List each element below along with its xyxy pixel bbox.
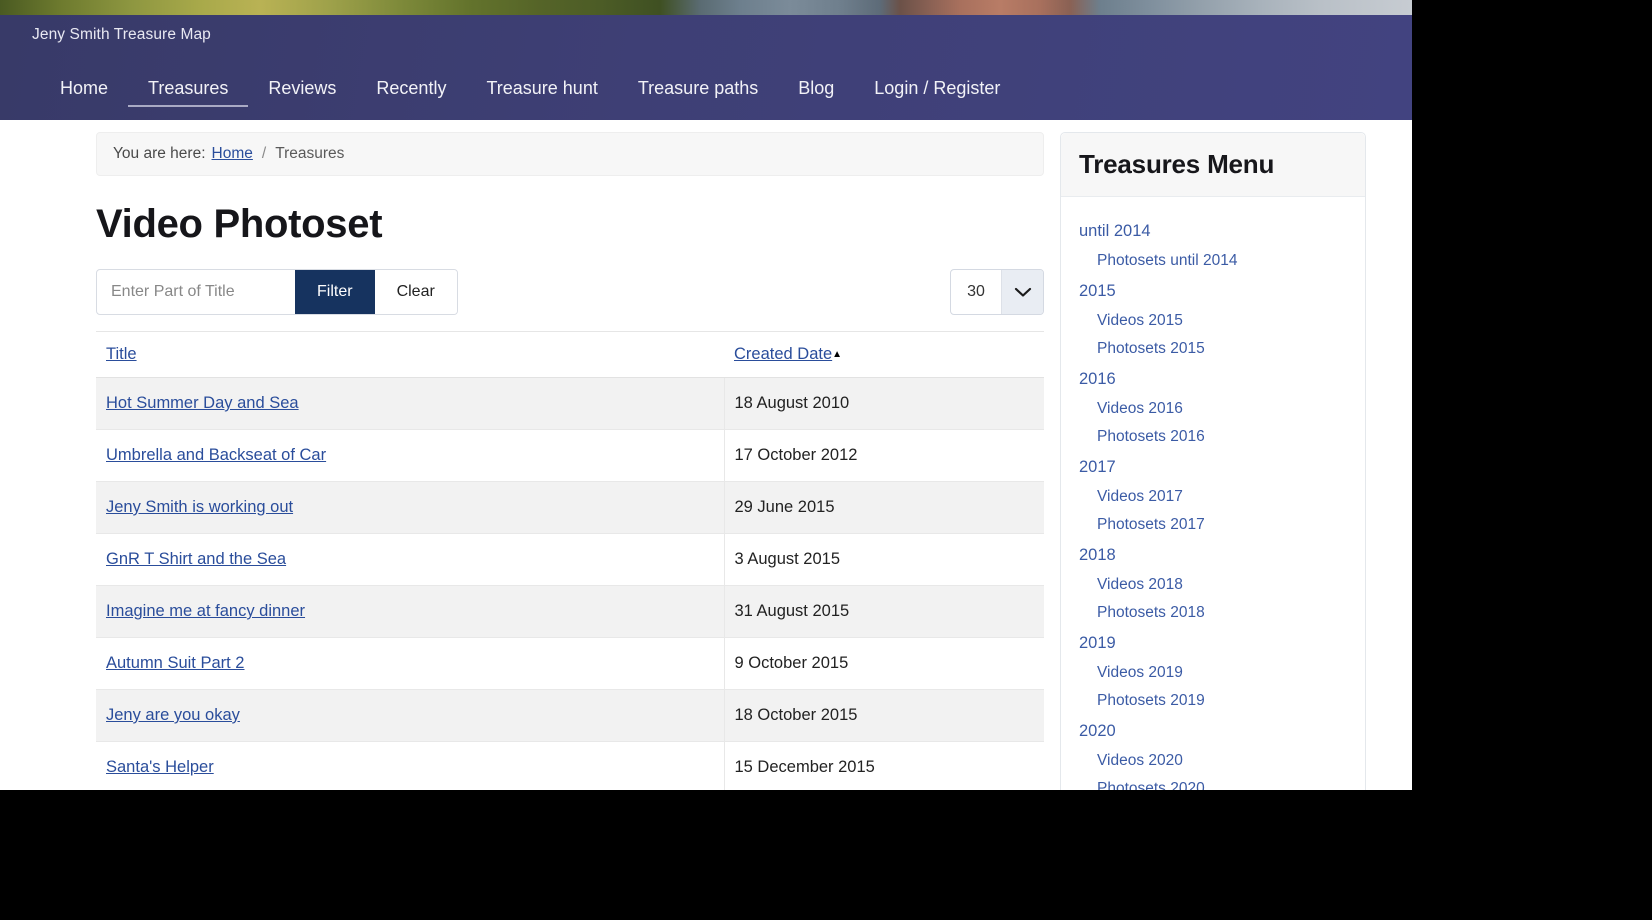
filter-group: Filter Clear	[96, 269, 458, 315]
page-title: Video Photoset	[96, 202, 383, 246]
table-row: Jeny are you okay 18 October 2015	[96, 689, 1044, 742]
cell-title: Hot Summer Day and Sea	[96, 377, 725, 430]
cell-created-date: 15 December 2015	[724, 741, 1044, 790]
sidebar-menu-list: until 2014 Photosets until 2014 2015 Vid…	[1061, 197, 1365, 790]
site-navbar: Jeny Smith Treasure Map Home Treasures R…	[0, 15, 1412, 120]
clear-button[interactable]: Clear	[374, 270, 457, 314]
sidebar-item-videos-2016[interactable]: Videos 2016	[1079, 395, 1347, 423]
cell-title: Umbrella and Backseat of Car	[96, 429, 725, 482]
nav-item-reviews[interactable]: Reviews	[248, 70, 356, 107]
photoset-link[interactable]: GnR T Shirt and the Sea	[106, 550, 286, 568]
sidebar-item-videos-2020[interactable]: Videos 2020	[1079, 747, 1347, 775]
cell-created-date: 17 October 2012	[724, 429, 1044, 482]
filter-button[interactable]: Filter	[295, 270, 375, 314]
nav-item-blog[interactable]: Blog	[778, 70, 854, 107]
table-row: GnR T Shirt and the Sea 3 August 2015	[96, 533, 1044, 586]
sort-link-created-date[interactable]: Created Date	[734, 345, 832, 363]
table-body: Hot Summer Day and Sea 18 August 2010 Um…	[96, 377, 1044, 790]
breadcrumb-current: Treasures	[275, 145, 345, 162]
photoset-link[interactable]: Imagine me at fancy dinner	[106, 602, 305, 620]
photoset-link[interactable]: Santa's Helper	[106, 758, 214, 776]
nav-item-login-register[interactable]: Login / Register	[854, 70, 1020, 107]
sidebar-item-2015[interactable]: 2015	[1079, 275, 1347, 307]
browser-viewport: Jeny Smith Treasure Map Home Treasures R…	[0, 0, 1412, 790]
cell-created-date: 31 August 2015	[724, 585, 1044, 638]
cell-created-date: 18 August 2010	[724, 377, 1044, 430]
primary-navigation: Home Treasures Reviews Recently Treasure…	[40, 70, 1020, 107]
sidebar-item-photosets-2017[interactable]: Photosets 2017	[1079, 511, 1347, 539]
nav-item-home[interactable]: Home	[40, 70, 128, 107]
main-column: You are here: Home / Treasures Video Pho…	[96, 132, 1044, 790]
sidebar-item-photosets-2019[interactable]: Photosets 2019	[1079, 687, 1347, 715]
sidebar-item-2018[interactable]: 2018	[1079, 539, 1347, 571]
cell-title: GnR T Shirt and the Sea	[96, 533, 725, 586]
sidebar-item-videos-2018[interactable]: Videos 2018	[1079, 571, 1347, 599]
sidebar-item-photosets-until-2014[interactable]: Photosets until 2014	[1079, 247, 1347, 275]
cell-title: Jeny Smith is working out	[96, 481, 725, 534]
photoset-link[interactable]: Umbrella and Backseat of Car	[106, 446, 326, 464]
sidebar-item-photosets-2016[interactable]: Photosets 2016	[1079, 423, 1347, 451]
sidebar-item-2020[interactable]: 2020	[1079, 715, 1347, 747]
results-per-page-select[interactable]: 30	[950, 269, 1044, 315]
cell-title: Jeny are you okay	[96, 689, 725, 742]
table-row: Umbrella and Backseat of Car 17 October …	[96, 429, 1044, 482]
sidebar-item-videos-2017[interactable]: Videos 2017	[1079, 483, 1347, 511]
table-row: Autumn Suit Part 2 9 October 2015	[96, 637, 1044, 690]
cell-created-date: 18 October 2015	[724, 689, 1044, 742]
cell-created-date: 3 August 2015	[724, 533, 1044, 586]
column-header-created-date: Created Date▲	[724, 331, 1044, 378]
sidebar-item-photosets-2018[interactable]: Photosets 2018	[1079, 599, 1347, 627]
breadcrumb-separator: /	[261, 145, 267, 162]
breadcrumb: You are here: Home / Treasures	[96, 132, 1044, 176]
table-row: Santa's Helper 15 December 2015	[96, 741, 1044, 790]
nav-item-treasure-hunt[interactable]: Treasure hunt	[466, 70, 617, 107]
header-hero-image	[0, 0, 1412, 15]
sidebar-item-2017[interactable]: 2017	[1079, 451, 1347, 483]
nav-item-treasures[interactable]: Treasures	[128, 70, 249, 107]
cell-created-date: 9 October 2015	[724, 637, 1044, 690]
table-toolbar: Filter Clear 30	[96, 269, 1044, 317]
cell-title: Autumn Suit Part 2	[96, 637, 725, 690]
sidebar-item-2016[interactable]: 2016	[1079, 363, 1347, 395]
cell-created-date: 29 June 2015	[724, 481, 1044, 534]
page-content: You are here: Home / Treasures Video Pho…	[0, 120, 1412, 790]
photoset-link[interactable]: Jeny are you okay	[106, 706, 240, 724]
site-brand[interactable]: Jeny Smith Treasure Map	[32, 26, 211, 44]
sort-link-title[interactable]: Title	[106, 345, 137, 363]
chevron-down-icon[interactable]	[1001, 270, 1043, 314]
table-row: Hot Summer Day and Sea 18 August 2010	[96, 377, 1044, 430]
cell-title: Imagine me at fancy dinner	[96, 585, 725, 638]
sort-ascending-icon: ▲	[832, 349, 843, 360]
treasures-menu-sidebar: Treasures Menu until 2014 Photosets unti…	[1060, 132, 1366, 790]
sidebar-item-videos-2015[interactable]: Videos 2015	[1079, 307, 1347, 335]
nav-item-recently[interactable]: Recently	[356, 70, 466, 107]
sidebar-item-until-2014[interactable]: until 2014	[1079, 215, 1347, 247]
sidebar-item-2019[interactable]: 2019	[1079, 627, 1347, 659]
sidebar-item-videos-2019[interactable]: Videos 2019	[1079, 659, 1347, 687]
photoset-link[interactable]: Hot Summer Day and Sea	[106, 394, 299, 412]
cell-title: Santa's Helper	[96, 741, 725, 790]
breadcrumb-link-home[interactable]: Home	[212, 145, 253, 163]
sidebar-title: Treasures Menu	[1079, 149, 1275, 179]
sidebar-header: Treasures Menu	[1061, 133, 1365, 197]
photoset-link[interactable]: Autumn Suit Part 2	[106, 654, 245, 672]
results-per-page-value: 30	[967, 283, 985, 300]
nav-item-treasure-paths[interactable]: Treasure paths	[618, 70, 778, 107]
photoset-link[interactable]: Jeny Smith is working out	[106, 498, 293, 516]
column-header-title: Title	[96, 331, 724, 378]
search-input[interactable]	[97, 270, 295, 314]
table-head: Title Created Date▲	[96, 331, 1044, 378]
table-row: Jeny Smith is working out 29 June 2015	[96, 481, 1044, 534]
breadcrumb-label: You are here:	[113, 145, 206, 162]
table-row: Imagine me at fancy dinner 31 August 201…	[96, 585, 1044, 638]
sidebar-item-photosets-2015[interactable]: Photosets 2015	[1079, 335, 1347, 363]
table-header-row: Title Created Date▲	[96, 331, 1044, 378]
photoset-table: Title Created Date▲ Hot Summer Day and S…	[96, 331, 1044, 790]
sidebar-item-photosets-2020[interactable]: Photosets 2020	[1079, 775, 1347, 790]
